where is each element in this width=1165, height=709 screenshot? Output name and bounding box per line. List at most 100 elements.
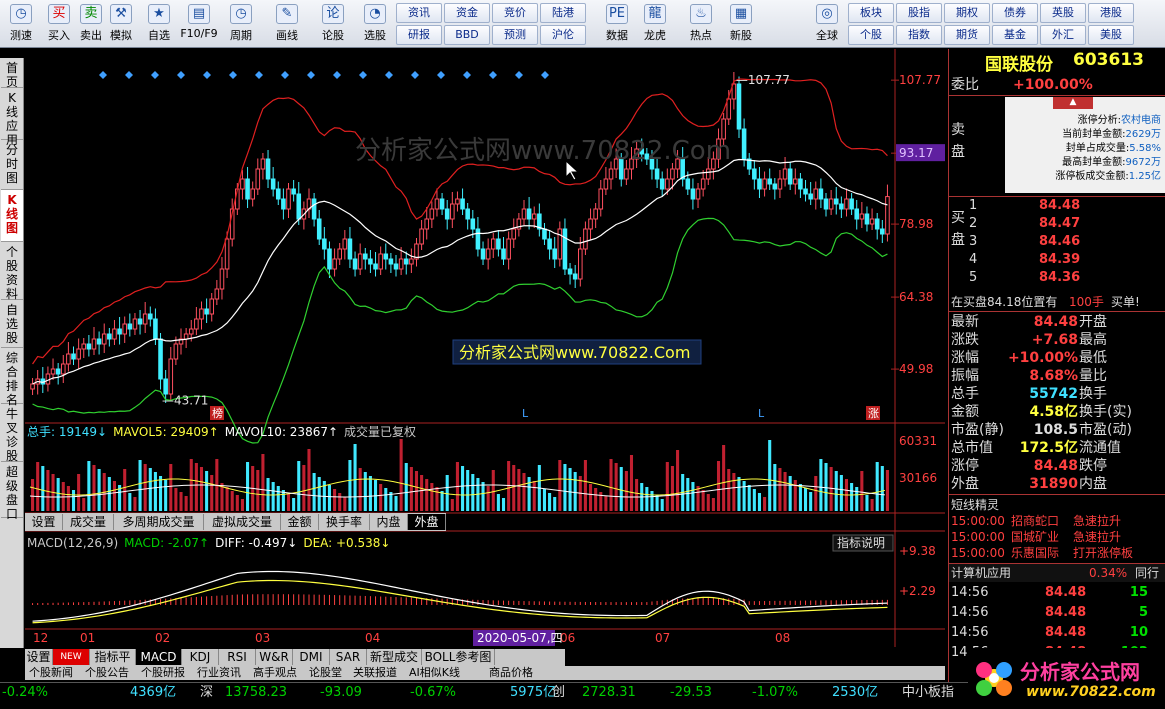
toolbar-small-button[interactable]: 板块 [848, 3, 894, 23]
toolbar-button-4[interactable]: ★ 自选 [140, 2, 178, 46]
candle [168, 358, 174, 395]
volume-bar [409, 467, 413, 511]
toolbar-button-11[interactable]: 龍龙虎 [636, 2, 674, 46]
toolbar-button-8[interactable]: 论论股 [314, 2, 352, 46]
volume-tab-3[interactable]: 虚拟成交量 [204, 514, 281, 530]
toolbar-button-0[interactable]: ◷ 测速 [2, 2, 40, 46]
toolbar-button-12[interactable]: ♨ 热点 [682, 2, 720, 46]
short-row[interactable]: 15:00:00 乐惠国际 打开涨停板 [949, 545, 1165, 561]
toolbar-small-button[interactable]: 英股 [1040, 3, 1086, 23]
vtab-7[interactable]: 牛叉诊股 [1, 404, 23, 463]
toolbar-button-7[interactable]: ✎ 画线 [268, 2, 306, 46]
status-value: 4369亿 [130, 685, 177, 700]
toolbar-button-10[interactable]: PE 数据 [598, 2, 636, 46]
chart-event-marker[interactable]: 涨 [868, 407, 879, 420]
news-tab-5[interactable]: 论股堂 [309, 666, 342, 680]
bid-row[interactable]: 4 84.39 [949, 251, 1165, 269]
vtab-label: 分时图 [5, 143, 18, 185]
bottom-tab-0[interactable]: 设置 [25, 649, 53, 665]
toolbar-small-button[interactable]: 外汇 [1040, 25, 1086, 45]
short-row[interactable]: 15:00:00 招商蛇口 急速拉升 [949, 513, 1165, 529]
toolbar-small-button[interactable]: 研报 [396, 25, 442, 45]
volume-tab-2[interactable]: 多周期成交量 [114, 514, 204, 530]
vtab-8[interactable]: 超级盘口 [1, 462, 23, 521]
news-tab-7[interactable]: AI相似K线 [409, 666, 460, 680]
bottom-tab-3[interactable]: MACD [136, 649, 182, 665]
toolbar-small-button[interactable]: 个股 [848, 25, 894, 45]
candle [132, 318, 138, 330]
vtab-6[interactable]: 综合排名 [1, 348, 23, 407]
bid-row[interactable]: 3 84.46 [949, 233, 1165, 251]
toolbar-button-3[interactable]: ⚒ 模拟 [102, 2, 140, 46]
vtab-3[interactable]: K线图 [1, 190, 23, 242]
toolbar-small-button[interactable]: 指数 [896, 25, 942, 45]
indicator-explain-button[interactable]: 指标说明 [837, 535, 885, 550]
toolbar-small-button[interactable]: 基金 [992, 25, 1038, 45]
chart-event-marker[interactable]: L [522, 407, 529, 420]
toolbar-small-button[interactable]: 预测 [492, 25, 538, 45]
vtab-2[interactable]: 分时图 [1, 140, 23, 190]
toolbar-small-button[interactable]: 竞价 [492, 3, 538, 23]
bottom-tab-10[interactable]: BOLL参考图 [422, 649, 495, 665]
volume-tab-7[interactable]: 外盘 [408, 514, 446, 530]
toolbar-small-button[interactable]: 资金 [444, 3, 490, 23]
bottom-tab-6[interactable]: W&R [256, 649, 293, 665]
toolbar-small-button[interactable]: 陆港 [540, 3, 586, 23]
volume-bar [491, 470, 495, 511]
chart-event-marker[interactable]: L [758, 407, 765, 420]
volume-tab-0[interactable]: 设置 [25, 514, 63, 530]
news-tab-0[interactable]: 个股新闻 [29, 666, 73, 680]
kline-chart[interactable]: 107.7793.1778.9864.3849.9893.17—107.77—4… [25, 49, 945, 647]
vtab-4[interactable]: 个股资料 [1, 242, 23, 301]
bottom-tab-4[interactable]: KDJ [182, 649, 219, 665]
bid-row[interactable]: 1 84.48 [949, 197, 1165, 215]
chart-event-marker[interactable]: 榜 [212, 406, 223, 420]
toolbar-small-button[interactable]: 期货 [944, 25, 990, 45]
candle [572, 273, 578, 280]
candle [511, 228, 517, 240]
bottom-tab-8[interactable]: SAR [330, 649, 367, 665]
news-tab-4[interactable]: 高手观点 [253, 666, 297, 680]
toolbar-button-5[interactable]: ▤ F10/F9 [180, 2, 218, 46]
toolbar-small-button[interactable]: BBD [444, 25, 490, 45]
news-tab-2[interactable]: 个股研报 [141, 666, 185, 680]
toolbar-small-button[interactable]: 沪伦 [540, 25, 586, 45]
toolbar-button-6[interactable]: ◷ 周期 [222, 2, 260, 46]
news-tab-8[interactable]: 商品价格 [489, 666, 533, 680]
toolbar-small-button[interactable]: 港股 [1088, 3, 1134, 23]
bottom-tab-5[interactable]: RSI [219, 649, 256, 665]
bottom-tab-9[interactable]: 新型成交量 [367, 649, 422, 680]
toolbar-small-button[interactable]: 股指 [896, 3, 942, 23]
volume-bar [655, 495, 659, 511]
news-tab-6[interactable]: 关联报道 [353, 666, 397, 680]
calc-tab[interactable]: 同行 [1135, 564, 1159, 582]
volume-tab-4[interactable]: 金额 [281, 514, 319, 530]
toolbar-button-13[interactable]: ▦ 新股 [722, 2, 760, 46]
toolbar-small-button[interactable]: 美股 [1088, 25, 1134, 45]
bottom-tab-1[interactable]: NEW [53, 649, 90, 665]
vtab-1[interactable]: K线应用 [1, 88, 23, 147]
toolbar-small-button[interactable]: 期权 [944, 3, 990, 23]
short-title[interactable]: 短线精灵 [951, 496, 999, 513]
toolbar-small-button[interactable]: 债券 [992, 3, 1038, 23]
volume-tab-1[interactable]: 成交量 [63, 514, 114, 530]
news-tab-3[interactable]: 行业资讯 [197, 666, 241, 680]
short-row[interactable]: 15:00:00 国城矿业 急速拉升 [949, 529, 1165, 545]
toolbar-small-button[interactable]: 资讯 [396, 3, 442, 23]
toolbar-button-9[interactable]: ◔ 选股 [356, 2, 394, 46]
macd-axis-label: +9.38 [899, 544, 936, 558]
volume-tab-6[interactable]: 内盘 [370, 514, 408, 530]
date-axis-label: 08 [775, 631, 790, 645]
calc-header[interactable]: 计算机应用 0.34% 同行 [949, 564, 1165, 582]
volume-tab-5[interactable]: 换手率 [319, 514, 370, 530]
toolbar-button-14[interactable]: ◎ 全球 [808, 2, 846, 46]
news-tab-1[interactable]: 个股公告 [85, 666, 129, 680]
bottom-tab-7[interactable]: DMI [293, 649, 330, 665]
candle [419, 228, 424, 245]
bottom-tab-2[interactable]: 指标平台 [90, 649, 136, 680]
bid-row[interactable]: 2 84.47 [949, 215, 1165, 233]
vtab-5[interactable]: 自选股 [1, 300, 23, 348]
volume-bar [635, 479, 639, 511]
vtab-0[interactable]: 首页 [1, 58, 23, 89]
bid-row[interactable]: 5 84.36 [949, 269, 1165, 287]
